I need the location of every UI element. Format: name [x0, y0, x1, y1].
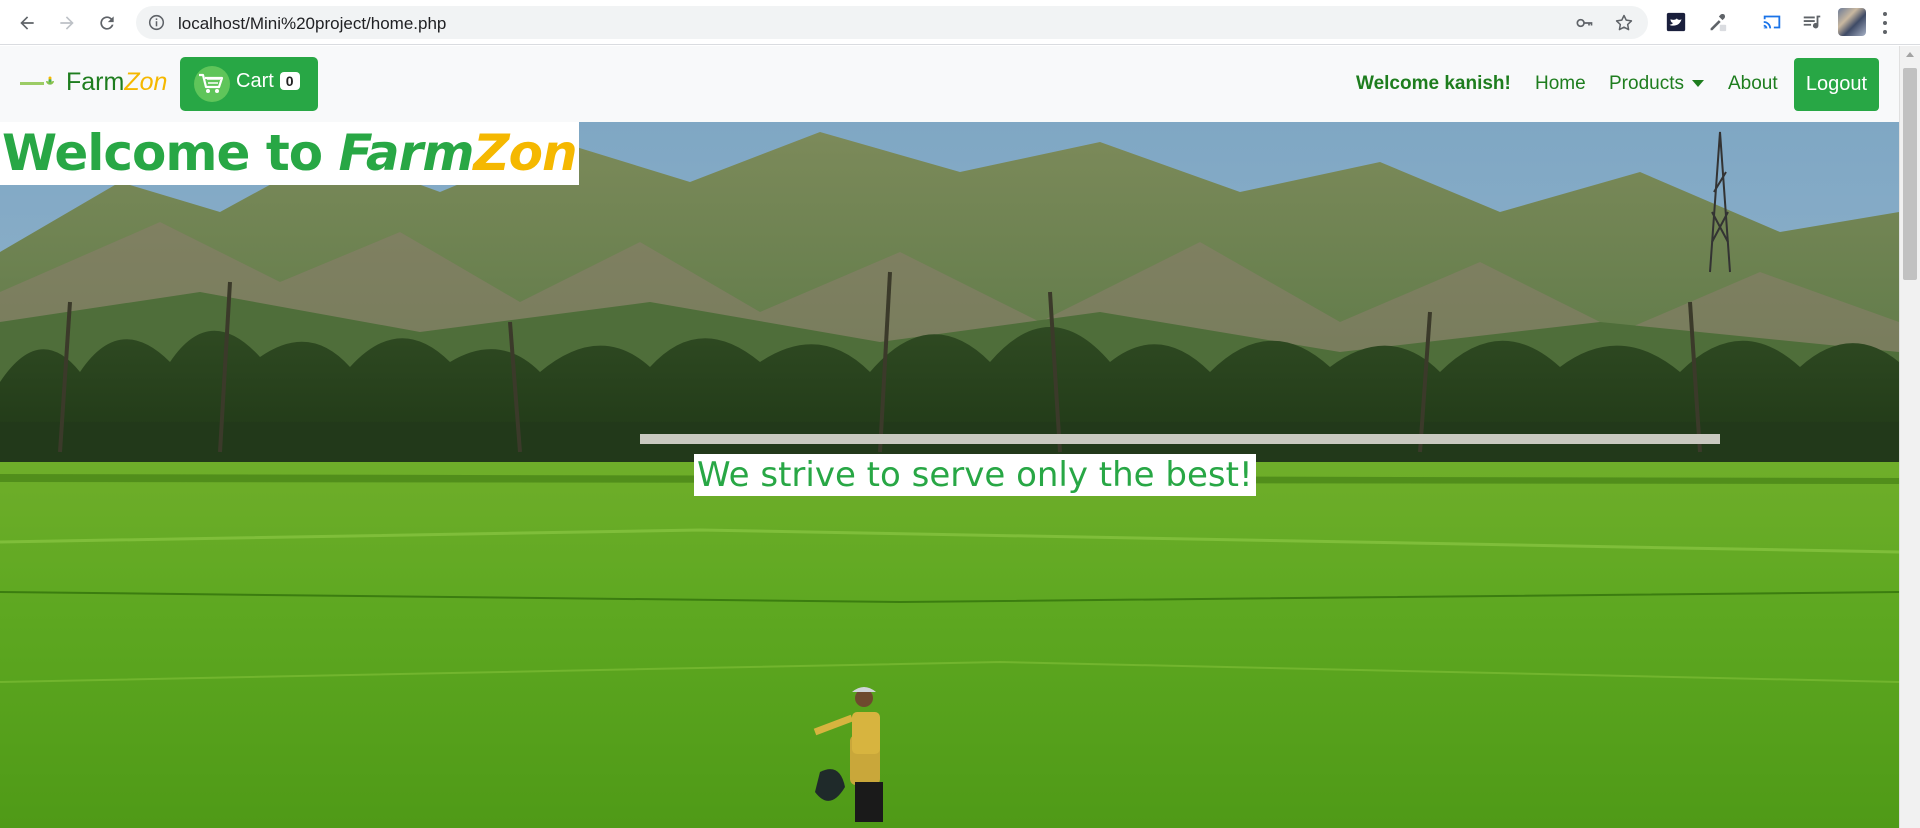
twitter-extension-icon [1666, 12, 1686, 32]
hero-banner: Welcome to FarmZon We strive to serve on… [0, 122, 1899, 828]
scroll-up-arrow-icon[interactable] [1906, 52, 1914, 57]
bookmark-star-icon[interactable] [1614, 13, 1634, 33]
scrollbar-thumb[interactable] [1903, 68, 1917, 280]
url-text[interactable]: localhost/Mini%20project/home.php [178, 14, 446, 34]
reload-icon [100, 16, 114, 30]
cart-button[interactable]: Cart 0 [180, 57, 318, 111]
hero-tagline: We strive to serve only the best! [694, 454, 1256, 496]
reload-button[interactable] [92, 8, 122, 38]
profile-avatar[interactable] [1838, 8, 1866, 36]
playlist-icon [1803, 15, 1821, 29]
cart-count-badge: 0 [279, 72, 300, 90]
key-icon[interactable] [1574, 13, 1594, 33]
eyedropper-icon [1710, 13, 1727, 32]
shopping-cart-icon [194, 66, 230, 102]
forward-button[interactable] [52, 8, 82, 38]
welcome-user-text: Welcome kanish! [1356, 73, 1511, 94]
brand-name: FarmZon [66, 68, 168, 96]
cart-label: Cart [236, 69, 274, 92]
address-bar[interactable]: localhost/Mini%20project/home.php [136, 6, 1648, 39]
nav-link-home[interactable]: Home [1535, 73, 1586, 95]
nav-dropdown-products[interactable]: Products [1609, 73, 1704, 95]
browser-toolbar: localhost/Mini%20project/home.php [0, 0, 1920, 45]
back-arrow-icon [20, 16, 34, 30]
forward-arrow-icon [60, 16, 74, 30]
farmzon-logo-icon [20, 70, 58, 96]
back-button[interactable] [12, 8, 42, 38]
browser-menu-icon[interactable] [1882, 12, 1888, 34]
extension-twitter-button[interactable] [1664, 10, 1688, 34]
extension-eyedropper-button[interactable] [1705, 10, 1729, 34]
brand-link[interactable]: FarmZon [20, 68, 167, 97]
site-navbar: FarmZon Cart 0 Welcome kanish! Home Prod… [0, 46, 1899, 122]
logout-button[interactable]: Logout [1794, 58, 1879, 111]
hero-title-brand: FarmZon [338, 124, 578, 182]
nav-dropdown-products-label: Products [1609, 73, 1684, 94]
cast-button[interactable] [1760, 10, 1784, 34]
info-icon[interactable] [148, 14, 165, 31]
nav-link-about[interactable]: About [1728, 73, 1778, 95]
cast-icon [1763, 15, 1781, 29]
page-scrollbar[interactable] [1899, 46, 1920, 828]
caret-down-icon [1691, 80, 1704, 88]
brand-name-accent: Zon [124, 68, 168, 96]
media-controls-button[interactable] [1800, 10, 1824, 34]
hero-title: Welcome to FarmZon [0, 122, 579, 185]
